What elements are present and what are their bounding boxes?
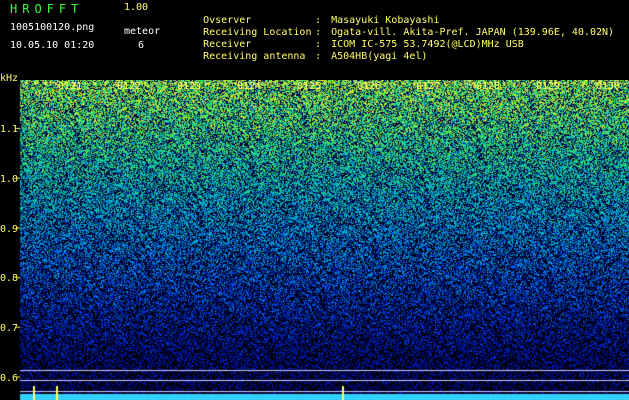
spectrogram-plot[interactable] [0,80,629,400]
app-title: HROFFT [10,2,84,16]
info-row-antenna: Receiving antenna: A504HB(yagi 4el) [179,40,427,62]
meteor-label: meteor [124,26,161,37]
info-value: A504HB(yagi 4el) [331,51,428,62]
x-tick-label: 0126 [357,81,382,92]
info-row-observer: Ovserver: Masayuki Kobayashi [179,4,439,26]
x-tick-label: 0127 [416,81,441,92]
x-tick-label: 0124 [237,81,262,92]
info-row-location: Receiving Location: Ogata-vill. Akita-Pre… [179,16,614,38]
x-tick-label: 0123 [177,81,202,92]
y-tick-label: 0.6 [0,373,19,384]
meteor-count: 6 [138,40,145,51]
y-tick-label: 0.8 [0,273,19,284]
app-version: 1.00 [124,2,149,13]
file-name: 1005100120.png [10,22,95,33]
frequency-unit-label: kHz [0,73,19,84]
y-tick-label: 1.0 [0,174,19,185]
x-tick-label: 0129 [536,81,561,92]
x-tick-label: 0130 [596,81,621,92]
info-row-receiver: Receiver: ICOM IC-575 53.7492(@LCD)MHz US… [179,28,524,50]
x-tick-label: 0122 [117,81,142,92]
x-tick-label: 0125 [297,81,322,92]
info-separator: : [315,51,322,62]
timestamp: 10.05.10 01:20 [10,40,95,51]
x-tick-label: 0121 [58,81,83,92]
y-tick-label: 0.7 [0,323,19,334]
y-tick-label: 1.1 [0,124,19,135]
spectrogram-canvas[interactable] [0,80,629,400]
header-panel: HROFFT 1.00 1005100120.png meteor 10.05.… [0,0,629,80]
x-tick-label: 0128 [476,81,501,92]
info-label: Receiving antenna [203,51,306,62]
y-tick-label: 0.9 [0,224,19,235]
